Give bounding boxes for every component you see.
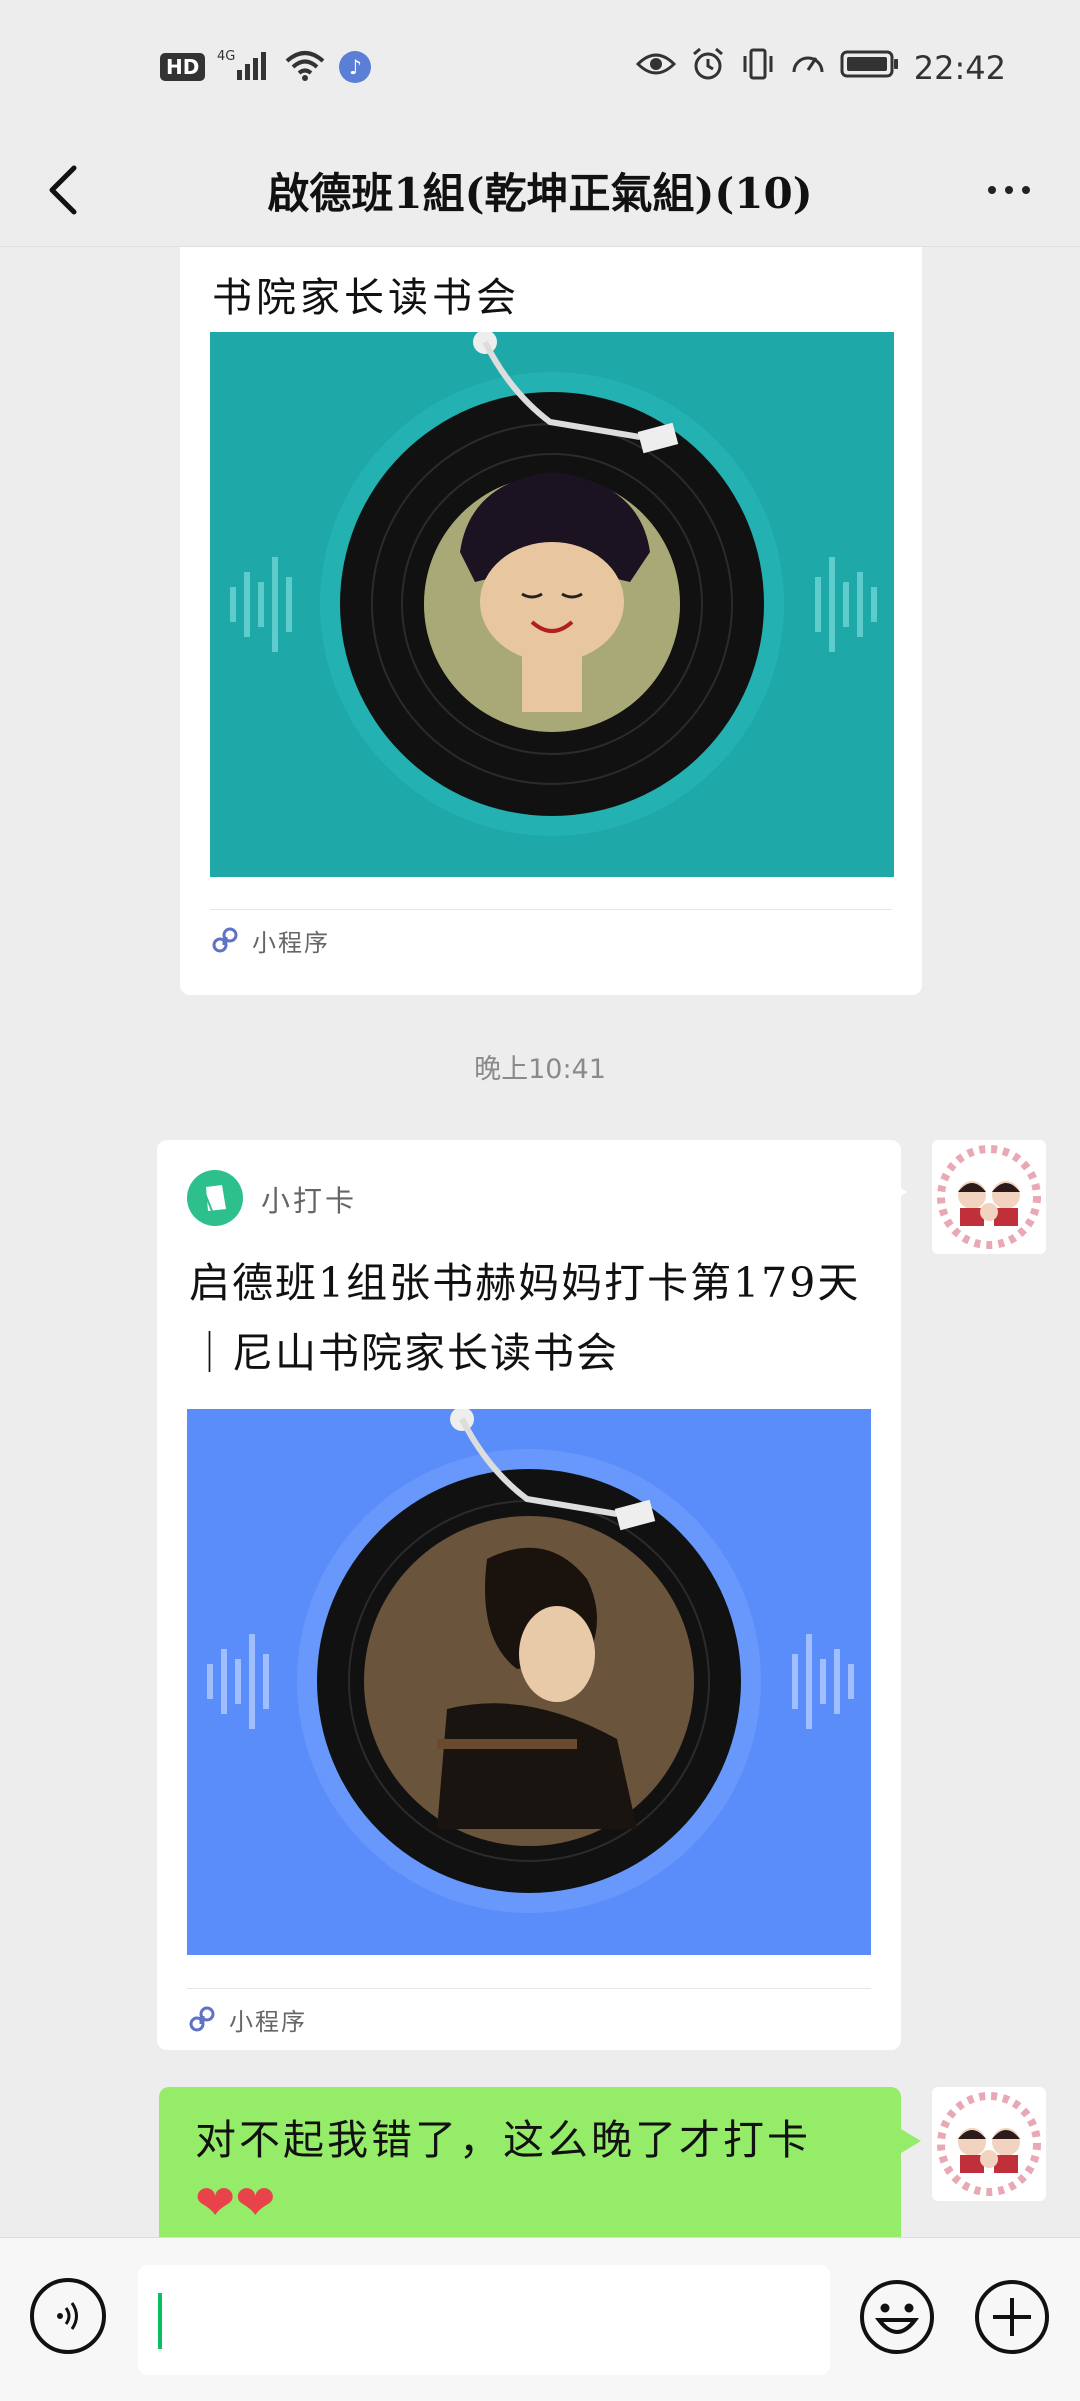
- heart-emoji: ❤❤: [195, 2175, 276, 2231]
- mini-program-label: 小程序: [229, 2007, 307, 2036]
- vinyl-record-image: [230, 332, 877, 836]
- text-cursor: [158, 2293, 162, 2349]
- avatar[interactable]: [932, 2087, 1046, 2201]
- message-text: 对不起我错了，这么晚了才打卡: [195, 2116, 811, 2164]
- mini-program-label: 小程序: [252, 928, 330, 957]
- vinyl-record-image: [207, 1409, 854, 1913]
- card-cover-image: [210, 332, 894, 877]
- mini-program-icon: [212, 927, 238, 953]
- mini-program-icon: [189, 2006, 215, 2032]
- card-footer: 小程序: [187, 1988, 871, 2049]
- message-timestamp: 晚上10:41: [474, 1054, 606, 1085]
- more-button[interactable]: [974, 160, 1044, 220]
- music-app-icon: ♪: [339, 51, 372, 83]
- eye-icon: [635, 49, 676, 87]
- status-bar: HD 4G ♪ 22:42: [0, 0, 1080, 136]
- message-input[interactable]: [138, 2265, 830, 2375]
- svg-text:4G: 4G: [217, 49, 235, 64]
- avatar-image: [937, 2092, 1041, 2196]
- signal-icon: 4G: [217, 46, 271, 88]
- clock-time: 22:42: [913, 49, 1006, 87]
- vibrate-icon: [740, 46, 776, 90]
- chat-header: 啟德班1組(乾坤正氣組)(10): [0, 136, 1080, 247]
- status-right: 22:42: [635, 46, 1006, 90]
- app-name: 小打卡: [261, 1184, 358, 1218]
- check-in-card[interactable]: 小打卡 启德班1组张书赫妈妈打卡第179天｜尼山书院家长读书会 小程序: [157, 1140, 907, 2050]
- more-functions-button[interactable]: [973, 2278, 1051, 2356]
- card-title: 书院家长读书会: [212, 275, 520, 321]
- chat-title: 啟德班1組(乾坤正氣組)(10): [267, 169, 813, 218]
- card-footer: 小程序: [210, 909, 892, 970]
- avatar-image: [937, 1145, 1041, 1249]
- voice-icon: [57, 2302, 78, 2330]
- alarm-icon: [690, 46, 726, 90]
- text-message-bubble[interactable]: 对不起我错了，这么晚了才打卡 ❤❤: [159, 2087, 921, 2237]
- more-dots-icon: [988, 186, 996, 194]
- hd-badge: HD: [160, 53, 206, 81]
- card-cover-image: [187, 1409, 871, 1955]
- emoji-icon: [860, 2280, 934, 2354]
- battery-icon: [840, 49, 900, 87]
- wifi-icon: [283, 47, 327, 87]
- status-left: HD 4G ♪: [160, 46, 372, 88]
- input-bar: [0, 2237, 1080, 2401]
- emoji-button[interactable]: [858, 2278, 936, 2356]
- mini-program-card[interactable]: 书院家长读书会 小程序: [180, 247, 922, 995]
- speed-icon: [790, 46, 826, 90]
- plus-icon: [975, 2280, 1049, 2354]
- check-in-app-icon: [187, 1170, 243, 1226]
- avatar[interactable]: [932, 1140, 1046, 1254]
- chat-area[interactable]: 书院家长读书会 小程序 晚上10:41 小打卡 启德班1组张书赫妈妈打卡第179…: [0, 247, 1080, 2237]
- voice-button[interactable]: [30, 2278, 106, 2354]
- card-title: 启德班1组张书赫妈妈打卡第179天｜尼山书院家长读书会: [189, 1259, 861, 1377]
